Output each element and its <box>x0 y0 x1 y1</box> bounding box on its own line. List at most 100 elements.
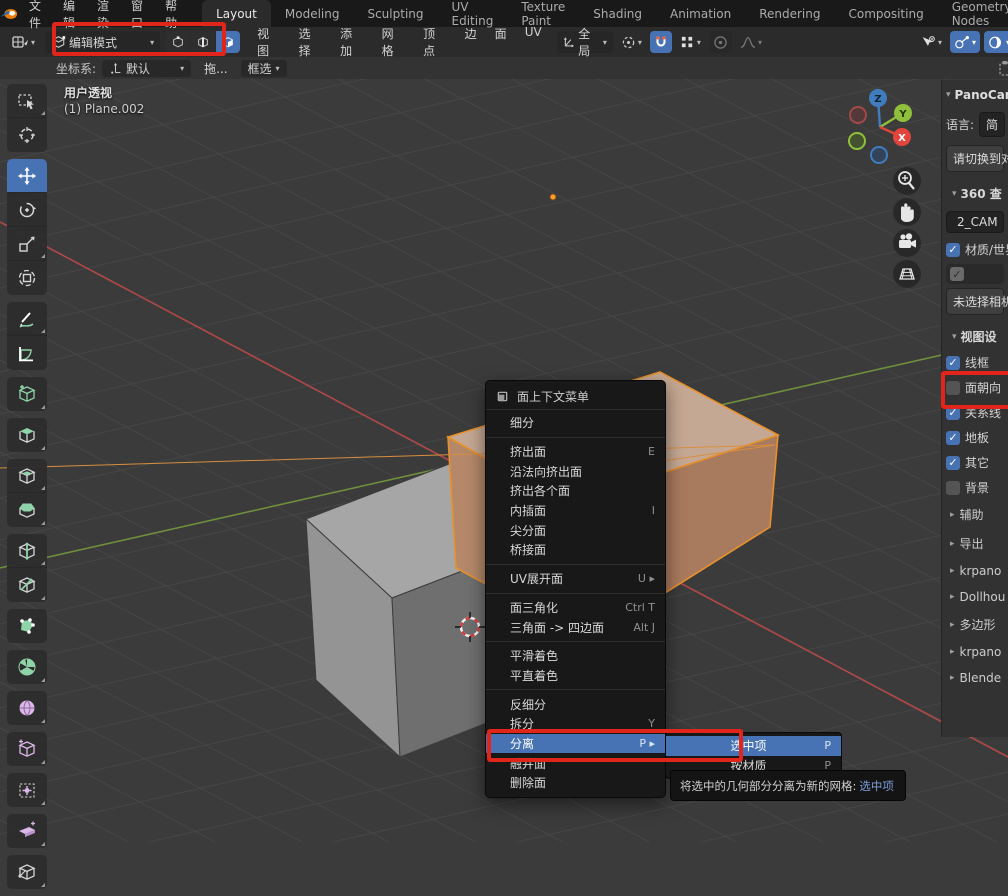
viewport-menu-6[interactable]: 面 <box>486 25 516 59</box>
edge-select-button[interactable] <box>191 31 215 53</box>
tab-geometry-nodes[interactable]: Geometry Nodes <box>938 0 1008 27</box>
tool-rip-region[interactable] <box>7 855 47 889</box>
collapsed-section-Dollhou[interactable]: ▸Dollhou <box>942 584 1008 610</box>
panel-button-7[interactable]: 未选择相机 <box>946 288 1004 315</box>
menu-item-20[interactable]: 融并面 <box>486 753 665 773</box>
pivot-point-dropdown[interactable]: ▾ <box>617 31 646 53</box>
tool-spin[interactable] <box>7 650 47 684</box>
menu-item-5[interactable]: 内插面I <box>486 501 665 521</box>
viewport-menu-3[interactable]: 网格 <box>373 25 415 59</box>
tab-layout[interactable]: Layout <box>202 0 271 27</box>
app-menu-2[interactable]: 渲染 <box>86 0 120 27</box>
menu-item-15[interactable]: 平直着色 <box>486 666 665 686</box>
tool-scale[interactable] <box>7 227 47 261</box>
tab-shading[interactable]: Shading <box>579 0 656 27</box>
tool-add-cube[interactable] <box>7 377 47 411</box>
app-menu-3[interactable]: 窗口 <box>120 0 154 27</box>
gizmo-axis-y-neg[interactable] <box>849 133 865 149</box>
mode-dropdown[interactable]: 编辑模式 ▾ <box>45 31 160 53</box>
viewport-menu-2[interactable]: 添加 <box>331 25 373 59</box>
blender-logo-icon[interactable] <box>0 0 18 27</box>
tool-knife[interactable] <box>7 568 47 602</box>
menu-item-19[interactable]: 分离P ▸ <box>486 734 665 754</box>
app-menu-0[interactable]: 文件 <box>18 0 52 27</box>
checkbox-线框[interactable]: ✓线框 <box>942 350 1008 375</box>
menu-item-7[interactable]: 桥接面 <box>486 540 665 560</box>
collapsed-section-krpano[interactable]: ▸krpano <box>942 639 1008 665</box>
checkbox-关系线[interactable]: ✓关系线 <box>942 400 1008 425</box>
menu-item-0[interactable]: 细分 <box>486 413 665 433</box>
menu-item-2[interactable]: 挤出面E <box>486 442 665 462</box>
menu-item-17[interactable]: 反细分 <box>486 694 665 714</box>
collapsed-section-辅助[interactable]: ▸辅助 <box>942 500 1008 529</box>
select-tool-dropdown[interactable]: 框选 ▾ <box>241 60 287 77</box>
tab-texture-paint[interactable]: Texture Paint <box>507 0 579 27</box>
viewport-menu-5[interactable]: 边 <box>456 25 486 59</box>
viewport-menu-0[interactable]: 视图 <box>248 25 290 59</box>
tab-sculpting[interactable]: Sculpting <box>353 0 437 27</box>
menu-item-11[interactable]: 面三角化Ctrl T <box>486 598 665 618</box>
pan-hand-icon[interactable] <box>893 198 921 226</box>
checkbox-plain[interactable]: ✓ <box>946 264 1004 284</box>
proportional-falloff-dropdown[interactable]: ▾ <box>736 31 766 53</box>
checkbox-背景[interactable]: 背景 <box>942 475 1008 500</box>
menu-item-9[interactable]: UV展开面U ▸ <box>486 569 665 589</box>
menu-item-3[interactable]: 沿法向挤出面 <box>486 461 665 481</box>
collapsed-section-krpano[interactable]: ▸krpano <box>942 558 1008 584</box>
tool-loop-cut[interactable] <box>7 534 47 568</box>
checkbox-其它[interactable]: ✓其它 <box>942 450 1008 475</box>
tool-cursor[interactable] <box>7 118 47 152</box>
camera-view-icon[interactable] <box>893 229 921 257</box>
tool-inset-faces[interactable] <box>7 459 47 493</box>
ortho-grid-icon[interactable] <box>893 260 921 288</box>
panel-subheader-3[interactable]: ▾360 查 <box>942 176 1008 207</box>
menu-item-21[interactable]: 删除面 <box>486 773 665 793</box>
tool-transform[interactable] <box>7 261 47 295</box>
proportional-editing-toggle[interactable] <box>709 31 732 53</box>
collapsed-section-导出[interactable]: ▸导出 <box>942 529 1008 558</box>
drag-action-button[interactable]: 拖... <box>197 60 234 77</box>
menu-item-14[interactable]: 平滑着色 <box>486 646 665 666</box>
shading-mode-dropdown[interactable]: ▾ <box>984 31 1008 53</box>
tab-rendering[interactable]: Rendering <box>745 0 834 27</box>
editor-type-selector[interactable]: ▾ <box>7 31 39 53</box>
snap-toggle[interactable] <box>650 31 672 53</box>
camera-selector-dropdown[interactable]: 2_CAM <box>946 211 1004 233</box>
gizmo-axis-z-neg[interactable] <box>871 147 887 163</box>
menu-item-12[interactable]: 三角面 -> 四边面Alt J <box>486 617 665 637</box>
language-dropdown[interactable]: 简 <box>979 112 1005 137</box>
tool-annotate[interactable] <box>7 302 47 336</box>
panel-header-PanoCam[interactable]: ▾PanoCam <box>942 80 1008 108</box>
checkbox-材质/世界[interactable]: ✓材质/世界 <box>942 237 1008 262</box>
tool-extrude-region[interactable] <box>7 418 47 452</box>
tool-select-box[interactable] <box>7 84 47 118</box>
tool-shrink-fatten[interactable] <box>7 773 47 807</box>
tool-poly-build[interactable] <box>7 609 47 643</box>
app-menu-1[interactable]: 编辑 <box>52 0 86 27</box>
app-menu-4[interactable]: 帮助 <box>154 0 188 27</box>
tool-smooth[interactable] <box>7 691 47 725</box>
viewport-menu-7[interactable]: UV <box>516 25 551 59</box>
tab-animation[interactable]: Animation <box>656 0 745 27</box>
tab-compositing[interactable]: Compositing <box>834 0 937 27</box>
collapsed-section-Blende[interactable]: ▸Blende <box>942 665 1008 691</box>
menu-item-6[interactable]: 尖分面 <box>486 520 665 540</box>
checkbox-地板[interactable]: ✓地板 <box>942 425 1008 450</box>
tool-bevel[interactable] <box>7 493 47 527</box>
panel-button-2[interactable]: 请切换到对 <box>946 145 1004 172</box>
show-overlays-dropdown[interactable]: ▾ <box>950 31 980 53</box>
tool-move[interactable] <box>7 159 47 193</box>
zoom-icon[interactable] <box>893 167 921 195</box>
tab-modeling[interactable]: Modeling <box>271 0 354 27</box>
panel-subheader-8[interactable]: ▾视图设 <box>942 319 1008 350</box>
clipboard-icon[interactable] <box>998 60 1008 76</box>
tool-shear[interactable] <box>7 814 47 848</box>
viewport-menu-1[interactable]: 选择 <box>290 25 332 59</box>
menu-item-4[interactable]: 挤出各个面 <box>486 481 665 501</box>
transform-orientation-dropdown[interactable]: 全局 ▾ <box>557 31 613 53</box>
show-gizmo-dropdown[interactable]: ▾ <box>916 31 946 53</box>
tool-measure[interactable] <box>7 336 47 370</box>
vertex-select-button[interactable] <box>166 31 190 53</box>
gizmo-axis-x-neg[interactable] <box>850 107 866 123</box>
snap-settings-dropdown[interactable]: ▾ <box>676 31 705 53</box>
